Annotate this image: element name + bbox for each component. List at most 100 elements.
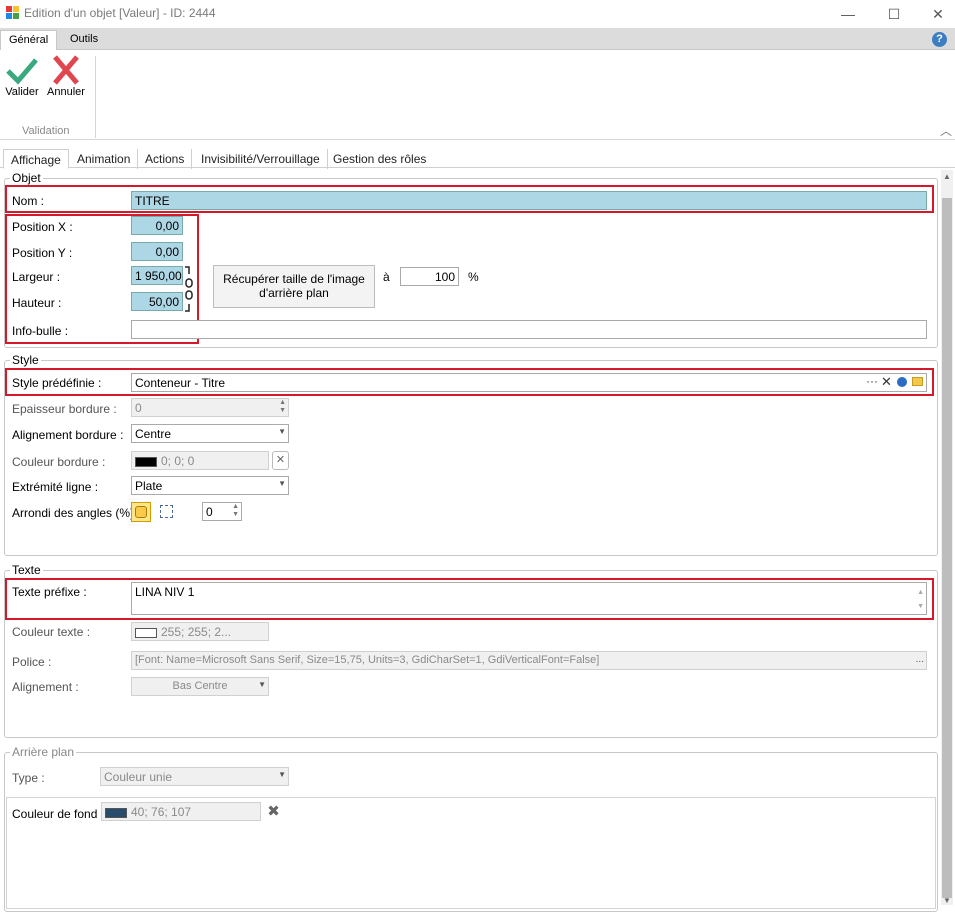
a-label: à [383, 270, 390, 284]
ellipsis-icon[interactable]: ··· [866, 374, 878, 388]
ribbon-body [0, 50, 955, 140]
alignement-texte-select[interactable]: Bas Centre ▼ [131, 677, 269, 696]
color-swatch [135, 627, 157, 638]
title-bar: Edition d'un objet [Valeur] - ID: 2444 —… [0, 0, 955, 28]
nom-input[interactable]: TITRE [131, 191, 927, 210]
maximize-button[interactable]: ☐ [871, 0, 917, 28]
ribbon-tab-bar [0, 28, 955, 50]
posy-label: Position Y : [12, 246, 73, 260]
epaisseur-value: 0 [135, 401, 142, 415]
couleur-texte-picker[interactable]: 255; 255; 2... [131, 622, 269, 641]
texte-prefixe-value: LINA NIV 1 [135, 585, 195, 599]
extremite-select[interactable]: Plate ▼ [131, 476, 289, 495]
posx-input[interactable]: 0,00 [131, 216, 183, 235]
window-title: Edition d'un objet [Valeur] - ID: 2444 [24, 6, 216, 20]
texte-group-title: Texte [10, 563, 43, 577]
texte-prefixe-textarea[interactable]: LINA NIV 1 ▲ ▼ [131, 582, 927, 615]
cancel-button[interactable]: Annuler [44, 54, 88, 98]
clear-color-icon[interactable]: ✖ [264, 802, 283, 821]
style-predef-input[interactable]: Conteneur - Titre [131, 373, 927, 392]
ribbon-group-label: Validation [22, 125, 70, 137]
collapse-ribbon-icon[interactable]: ︿ [940, 122, 952, 139]
ribbon-tab-outils[interactable]: Outils [62, 30, 106, 50]
percent-sign: % [468, 270, 479, 284]
spin-icon[interactable]: ▲ ▼ [232, 503, 239, 519]
couleur-bordure-picker[interactable]: 0; 0; 0 [131, 451, 269, 470]
ellipsis-icon[interactable]: ... [916, 654, 924, 665]
square-corners-toggle[interactable] [157, 502, 177, 522]
alignement-bordure-value: Centre [135, 427, 172, 441]
chevron-down-icon: ▼ [278, 479, 286, 488]
recuperer-taille-button[interactable]: Récupérer taille de l'image d'arrière pl… [213, 265, 375, 308]
tab-invisibilite[interactable]: Invisibilité/Verrouillage [194, 149, 328, 169]
navigate-icon[interactable] [897, 377, 907, 387]
police-input[interactable]: [Font: Name=Microsoft Sans Serif, Size=1… [131, 651, 927, 670]
validate-button[interactable]: Valider [0, 54, 44, 98]
arrondi-label: Arrondi des angles (%) : [12, 506, 141, 520]
rounded-corners-toggle[interactable] [131, 502, 151, 522]
app-icon [6, 6, 19, 19]
tab-gestion-roles[interactable]: Gestion des rôles [326, 149, 433, 169]
scrollbar-thumb[interactable] [942, 198, 952, 898]
clear-color-icon[interactable]: ✕ [272, 451, 289, 470]
hauteur-label: Hauteur : [12, 296, 62, 310]
link-ratio-icon[interactable] [184, 266, 194, 312]
rounded-square-icon [135, 506, 147, 518]
tab-animation[interactable]: Animation [70, 149, 139, 169]
posy-input[interactable]: 0,00 [131, 242, 183, 261]
type-value: Couleur unie [104, 770, 173, 784]
minimize-button[interactable]: — [825, 0, 871, 28]
couleur-fond-picker[interactable]: 40; 76; 107 [101, 802, 261, 821]
style-group-title: Style [10, 353, 41, 367]
chevron-down-icon: ▼ [258, 680, 266, 689]
infobulle-input[interactable] [131, 320, 927, 339]
scroll-up-icon[interactable]: ▲ [943, 172, 951, 181]
extremite-label: Extrémité ligne : [12, 480, 99, 494]
hauteur-input[interactable]: 50,00 [131, 292, 183, 311]
couleur-bordure-label: Couleur bordure : [12, 455, 106, 469]
spin-icon[interactable]: ▲ ▼ [279, 399, 286, 415]
largeur-label: Largeur : [12, 270, 61, 284]
arrondi-input[interactable]: 0 ▲ ▼ [202, 502, 242, 521]
couleur-texte-value: 255; 255; 2... [161, 625, 232, 639]
chevron-down-icon: ▼ [278, 427, 286, 436]
texte-prefixe-label: Texte préfixe : [12, 585, 87, 599]
scroll-down-icon[interactable]: ▼ [943, 896, 951, 905]
ribbon-divider [95, 56, 96, 138]
extremite-value: Plate [135, 479, 163, 493]
type-label: Type : [12, 771, 45, 785]
color-swatch [105, 807, 127, 818]
chevron-down-icon: ▼ [278, 770, 286, 779]
type-select[interactable]: Couleur unie ▼ [100, 767, 289, 786]
arriere-plan-group-title: Arrière plan [10, 745, 77, 759]
posx-label: Position X : [12, 220, 73, 234]
police-label: Police : [12, 655, 52, 669]
arrondi-value: 0 [206, 505, 213, 519]
style-predef-value: Conteneur - Titre [135, 376, 226, 390]
close-button[interactable]: ✕ [915, 0, 955, 28]
nom-label: Nom : [12, 194, 45, 208]
police-value: [Font: Name=Microsoft Sans Serif, Size=1… [135, 654, 600, 666]
check-icon [6, 58, 38, 85]
textarea-scroll-icon[interactable]: ▲ ▼ [917, 586, 924, 614]
largeur-input[interactable]: 1 950,00 [131, 266, 183, 285]
ribbon-tab-general[interactable]: Général [0, 30, 58, 50]
percent-input[interactable]: 100 [400, 267, 459, 286]
clear-icon[interactable]: ✕ [881, 374, 892, 390]
color-swatch [135, 456, 157, 467]
alignement-bordure-select[interactable]: Centre ▼ [131, 424, 289, 443]
tab-actions[interactable]: Actions [138, 149, 193, 169]
couleur-fond-label: Couleur de fond : [12, 807, 105, 821]
tab-affichage[interactable]: Affichage [3, 149, 69, 169]
epaisseur-label: Epaisseur bordure : [12, 402, 117, 416]
infobulle-label: Info-bulle : [12, 324, 69, 338]
epaisseur-input[interactable]: 0 ▲ ▼ [131, 398, 289, 417]
square-icon [160, 505, 173, 518]
couleur-texte-label: Couleur texte : [12, 625, 91, 639]
alignement-texte-value: Bas Centre [172, 680, 228, 692]
objet-group-title: Objet [10, 171, 43, 185]
folder-icon[interactable] [912, 377, 923, 386]
help-icon[interactable]: ? [932, 32, 947, 47]
couleur-fond-value: 40; 76; 107 [131, 805, 192, 819]
validate-label: Valider [5, 86, 39, 98]
